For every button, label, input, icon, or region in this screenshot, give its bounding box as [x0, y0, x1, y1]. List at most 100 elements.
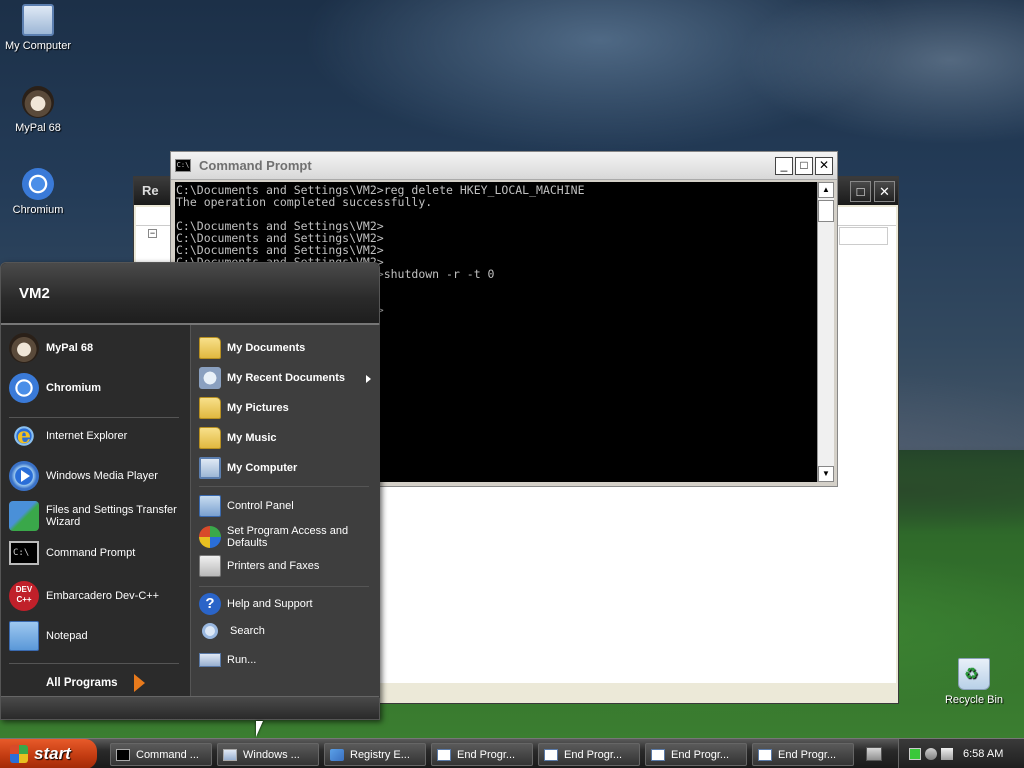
start-menu-places-panel: My Documents My Recent Documents My Pict…	[190, 325, 380, 698]
start-item-my-computer[interactable]: My Computer	[199, 457, 297, 479]
start-item-label: My Computer	[227, 462, 298, 474]
all-programs-arrow-icon	[133, 674, 145, 692]
scroll-down-arrow-icon[interactable]: ▼	[818, 466, 834, 482]
scroll-up-arrow-icon[interactable]: ▲	[818, 182, 834, 198]
start-item-mypal[interactable]: MyPal 68	[9, 333, 93, 363]
taskbar-button-end-program-3[interactable]: End Progr...	[645, 743, 747, 766]
all-programs-button[interactable]: All Programs	[46, 674, 145, 692]
taskbar-button-registry-editor[interactable]: Registry E...	[324, 743, 426, 766]
start-item-label: My Pictures	[227, 402, 289, 414]
taskbar-button-command-prompt[interactable]: Command ...	[110, 743, 212, 766]
taskbar-button-label: Windows ...	[243, 748, 300, 761]
recent-documents-icon	[199, 367, 221, 389]
transfer-wizard-icon	[9, 501, 39, 531]
network-icon[interactable]	[925, 748, 937, 760]
tree-collapse-icon[interactable]: −	[148, 229, 157, 238]
command-prompt-icon	[116, 748, 130, 761]
run-icon	[199, 653, 221, 667]
help-icon: ?	[199, 593, 221, 615]
volume-icon[interactable]	[941, 748, 953, 760]
start-item-my-documents[interactable]: My Documents	[199, 337, 305, 359]
start-item-run[interactable]: Run...	[199, 653, 256, 667]
start-item-windows-media-player[interactable]: Windows Media Player	[9, 461, 158, 491]
desktop-icon-label: Recycle Bin	[944, 694, 1004, 706]
my-documents-folder-icon	[199, 337, 221, 359]
taskbar-button-label: End Progr...	[564, 748, 623, 761]
window-icon	[223, 748, 237, 761]
start-button[interactable]: start	[0, 739, 97, 768]
taskbar-button-label: Registry E...	[350, 748, 410, 761]
start-item-label: Set Program Access and Defaults	[227, 525, 349, 549]
desktop-icon-mypal[interactable]: MyPal 68	[0, 86, 76, 134]
cmd-titlebar[interactable]: C:\ Command Prompt _ □ ✕	[171, 152, 837, 180]
taskbar-button-label: End Progr...	[671, 748, 730, 761]
registry-editor-icon	[330, 748, 344, 761]
start-item-control-panel[interactable]: Control Panel	[199, 495, 294, 517]
windows-media-player-icon	[9, 461, 39, 491]
end-program-icon	[437, 748, 451, 761]
minimize-button[interactable]: _	[775, 156, 793, 175]
start-item-transfer-wizard[interactable]: Files and Settings Transfer Wizard	[9, 501, 185, 531]
taskbar-button-label: End Progr...	[778, 748, 837, 761]
my-music-folder-icon	[199, 427, 221, 449]
taskbar-button-end-program-1[interactable]: End Progr...	[431, 743, 533, 766]
start-menu-separator	[9, 417, 179, 418]
start-item-label: Files and Settings Transfer Wizard	[46, 504, 177, 528]
my-computer-icon	[199, 457, 221, 479]
start-item-label: My Music	[227, 432, 277, 444]
end-program-icon	[758, 748, 772, 761]
desktop-icon-recycle-bin[interactable]: Recycle Bin	[936, 658, 1012, 706]
scroll-thumb[interactable]	[818, 200, 834, 222]
start-item-label: Notepad	[46, 630, 88, 642]
start-item-internet-explorer[interactable]: Internet Explorer	[9, 421, 127, 451]
close-button[interactable]: ✕	[815, 156, 833, 175]
start-item-label: My Recent Documents	[227, 372, 345, 384]
desktop-icon-label: Chromium	[12, 204, 64, 216]
start-item-my-pictures[interactable]: My Pictures	[199, 397, 289, 419]
internet-explorer-icon	[9, 421, 39, 451]
recycle-bin-icon	[958, 658, 990, 690]
start-item-my-recent-documents[interactable]: My Recent Documents	[199, 367, 345, 389]
start-menu-separator	[9, 663, 179, 664]
my-computer-icon	[22, 4, 54, 36]
start-item-search[interactable]: Search	[199, 623, 265, 639]
taskbar-button-windows[interactable]: Windows ...	[217, 743, 319, 766]
chromium-icon	[22, 168, 54, 200]
keyboard-icon[interactable]	[866, 747, 882, 761]
start-item-program-access[interactable]: Set Program Access and Defaults	[199, 525, 375, 549]
taskbar: start Command ... Windows ... Registry E…	[0, 738, 1024, 768]
start-item-notepad[interactable]: Notepad	[9, 621, 88, 651]
taskbar-button-label: End Progr...	[457, 748, 516, 761]
command-prompt-icon: C:\	[9, 541, 39, 565]
registry-maximize-button[interactable]: □	[850, 181, 871, 202]
start-item-help-support[interactable]: ? Help and Support	[199, 593, 313, 615]
search-icon	[202, 623, 218, 639]
start-item-printers-faxes[interactable]: Printers and Faxes	[199, 555, 319, 577]
cmd-window-icon: C:\	[175, 159, 191, 172]
registry-list-header[interactable]	[839, 227, 888, 245]
mypal-icon	[9, 333, 39, 363]
desktop-icon-label: My Computer	[4, 40, 72, 52]
start-menu-separator	[199, 486, 369, 487]
start-item-my-music[interactable]: My Music	[199, 427, 277, 449]
status-indicator-icon[interactable]	[909, 748, 921, 760]
clock[interactable]: 6:58 AM	[963, 748, 1003, 760]
desktop-icon-chromium[interactable]: Chromium	[0, 168, 76, 216]
taskbar-button-end-program-4[interactable]: End Progr...	[752, 743, 854, 766]
start-menu-separator	[199, 586, 369, 587]
taskbar-button-end-program-2[interactable]: End Progr...	[538, 743, 640, 766]
start-item-dev-cpp[interactable]: DEV C++ Embarcadero Dev-C++	[9, 581, 159, 611]
start-label: start	[34, 744, 71, 763]
maximize-button[interactable]: □	[795, 156, 813, 175]
control-panel-icon	[199, 495, 221, 517]
start-item-label: Command Prompt	[46, 547, 136, 559]
start-item-chromium[interactable]: Chromium	[9, 373, 101, 403]
start-item-label: Control Panel	[227, 500, 294, 512]
my-pictures-folder-icon	[199, 397, 221, 419]
cmd-scrollbar[interactable]: ▲ ▼	[817, 182, 834, 482]
start-item-label: My Documents	[227, 342, 306, 354]
desktop-icon-my-computer[interactable]: My Computer	[0, 4, 76, 52]
dev-cpp-icon: DEV C++	[9, 581, 39, 611]
start-item-command-prompt[interactable]: C:\ Command Prompt	[9, 541, 135, 565]
registry-close-button[interactable]: ✕	[874, 181, 895, 202]
